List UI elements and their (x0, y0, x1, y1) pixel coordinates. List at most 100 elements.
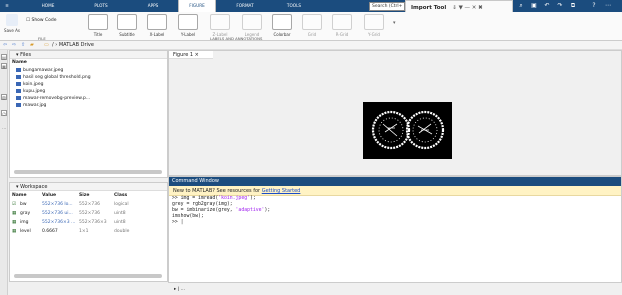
variable-icon: ▦ (12, 229, 17, 234)
history-icon[interactable]: ◷ (1, 110, 7, 116)
workspace-header: ▾ Workspace (10, 183, 167, 191)
tab-figure[interactable]: FIGURE (178, 0, 216, 12)
code-text: bw = imbinarize(grey, (172, 208, 236, 213)
var-name: gray (20, 211, 31, 216)
var-class: uint8 (114, 220, 126, 225)
var-name: level (20, 229, 31, 234)
table-row[interactable]: ▦ gray 552×736 ui... 552×736 uint8 (10, 209, 167, 218)
file-item[interactable]: mawar.jpg (10, 102, 167, 109)
image-file-icon (16, 102, 21, 107)
var-value: 0.6667 (42, 229, 58, 234)
undo-icon[interactable]: ↶ (543, 2, 551, 10)
ribbon-expand-icon[interactable]: ▾ (393, 20, 396, 26)
tab-plots[interactable]: PLOTS (88, 0, 114, 12)
rgrid-label: R-Grid (335, 32, 349, 37)
workspace-panel: ▾ Workspace Name Value Size Class ☑ bw 5… (9, 182, 168, 282)
binarized-coins-image (371, 110, 445, 150)
up-icon[interactable]: ⇧ (21, 42, 25, 48)
breadcrumb[interactable]: / › MATLAB Drive (52, 42, 94, 48)
search-icon[interactable]: ⌕ (517, 2, 525, 10)
command-window[interactable]: Command Window New to MATLAB? See resour… (168, 176, 622, 283)
save-as-label[interactable]: Save As (0, 28, 24, 33)
files-scrollbar[interactable] (14, 170, 162, 174)
grid-button[interactable] (302, 14, 322, 30)
xlabel-button[interactable] (147, 14, 167, 30)
var-size: 552×736 (79, 202, 100, 207)
show-code-label: Show Code (31, 18, 57, 23)
file-item[interactable]: kupu.jpeg (10, 88, 167, 95)
ylabel-button[interactable] (178, 14, 198, 30)
file-item[interactable]: hasil seg global threshold.png (10, 74, 167, 81)
var-size: 552×736×3 (79, 220, 107, 225)
help-icon[interactable]: ? (590, 2, 598, 10)
file-name: mawar.jpg (23, 103, 47, 108)
file-item[interactable]: bungamawar.jpeg (10, 67, 167, 74)
folder-icon[interactable]: ▰ (30, 42, 34, 48)
tab-home[interactable]: HOME (35, 0, 61, 12)
forward-icon[interactable]: ⇨ (12, 42, 16, 48)
tab-tools[interactable]: TOOLS (280, 0, 308, 12)
layout-icon[interactable]: ⧉ (569, 2, 577, 10)
title-button[interactable] (88, 14, 108, 30)
file-item[interactable]: koin.jpeg (10, 81, 167, 88)
files-panel-icon[interactable]: ▤ (1, 54, 7, 60)
import-tool-title: Import Tool (411, 5, 447, 11)
subtitle-label: Subtitle (119, 32, 135, 37)
code-text: >> img = imread( (172, 196, 219, 201)
table-row[interactable]: ▦ level 0.6667 1×1 double (10, 227, 167, 236)
col-size[interactable]: Size (79, 191, 89, 200)
image-file-icon (16, 81, 21, 86)
var-class: double (114, 229, 130, 234)
workspace-scrollbar[interactable] (14, 274, 162, 278)
zlabel-button[interactable] (210, 14, 230, 30)
search-input[interactable]: Search (Ctrl+ (369, 2, 405, 11)
file-name: hasil seg global threshold.png (23, 75, 91, 80)
workspace-panel-icon[interactable]: ▦ (1, 63, 7, 69)
import-tool-controls[interactable]: ⇓ ▼ — ✕ ✖ (452, 5, 483, 11)
title-label: Title (93, 32, 103, 37)
variable-icon: ☑ (12, 202, 17, 207)
workspace-title: Workspace (20, 184, 48, 190)
var-value: 552×736 lo... (42, 202, 73, 207)
addons-icon[interactable]: ▧ (1, 94, 7, 100)
files-column-name[interactable]: Name (10, 59, 167, 67)
command-prompt[interactable]: >> | (169, 220, 621, 226)
redo-icon[interactable]: ↷ (556, 2, 564, 10)
rgrid-button[interactable] (332, 14, 352, 30)
code-string: 'koin.jpeg' (218, 196, 250, 201)
ygrid-button[interactable] (364, 14, 384, 30)
colorbar-button[interactable] (272, 14, 292, 30)
getting-started-link[interactable]: Getting Started (262, 188, 301, 194)
file-name: mawar-removebg-preview.p... (23, 96, 91, 101)
subtitle-button[interactable] (117, 14, 137, 30)
save-as-icon[interactable] (6, 14, 18, 26)
file-name: bungamawar.jpeg (23, 68, 64, 73)
save-icon[interactable]: ▣ (530, 2, 538, 10)
file-item[interactable]: mawar-removebg-preview.p... (10, 95, 167, 102)
col-class[interactable]: Class (114, 191, 127, 200)
code-text: ); (250, 196, 256, 201)
more-panels-icon[interactable]: ⋯ (1, 126, 7, 132)
col-value[interactable]: Value (42, 191, 56, 200)
table-row[interactable]: ☑ bw 552×736 lo... 552×736 logical (10, 200, 167, 209)
back-icon[interactable]: ⇦ (3, 42, 7, 48)
var-name: bw (20, 202, 27, 207)
table-row[interactable]: ▦ img 552×736×3 ... 552×736×3 uint8 (10, 218, 167, 227)
folder-open-icon[interactable]: ▭ (44, 42, 49, 48)
figure-tab[interactable]: Figure 1 × (169, 51, 213, 59)
colorbar-label: Colorbar (273, 32, 291, 37)
status-bar: ▸ | ... (168, 285, 622, 295)
col-name[interactable]: Name (12, 191, 27, 200)
address-bar[interactable]: ⇦ ⇨ ⇧ ▰ ▭ / › MATLAB Drive (0, 41, 622, 50)
tab-format[interactable]: FORMAT (230, 0, 260, 12)
file-name: kupu.jpeg (23, 89, 46, 94)
legend-button[interactable] (242, 14, 262, 30)
menu-icon[interactable]: ≡ (2, 0, 12, 12)
ygrid-label: Y-Grid (368, 32, 380, 37)
show-code-checkbox[interactable]: ☐ Show Code (26, 18, 57, 23)
prompt-text: >> | (172, 220, 184, 225)
image-file-icon (16, 95, 21, 100)
tab-apps[interactable]: APPS (140, 0, 166, 12)
var-value: 552×736 ui... (42, 211, 73, 216)
more-icon[interactable]: ⋯ (604, 2, 612, 10)
